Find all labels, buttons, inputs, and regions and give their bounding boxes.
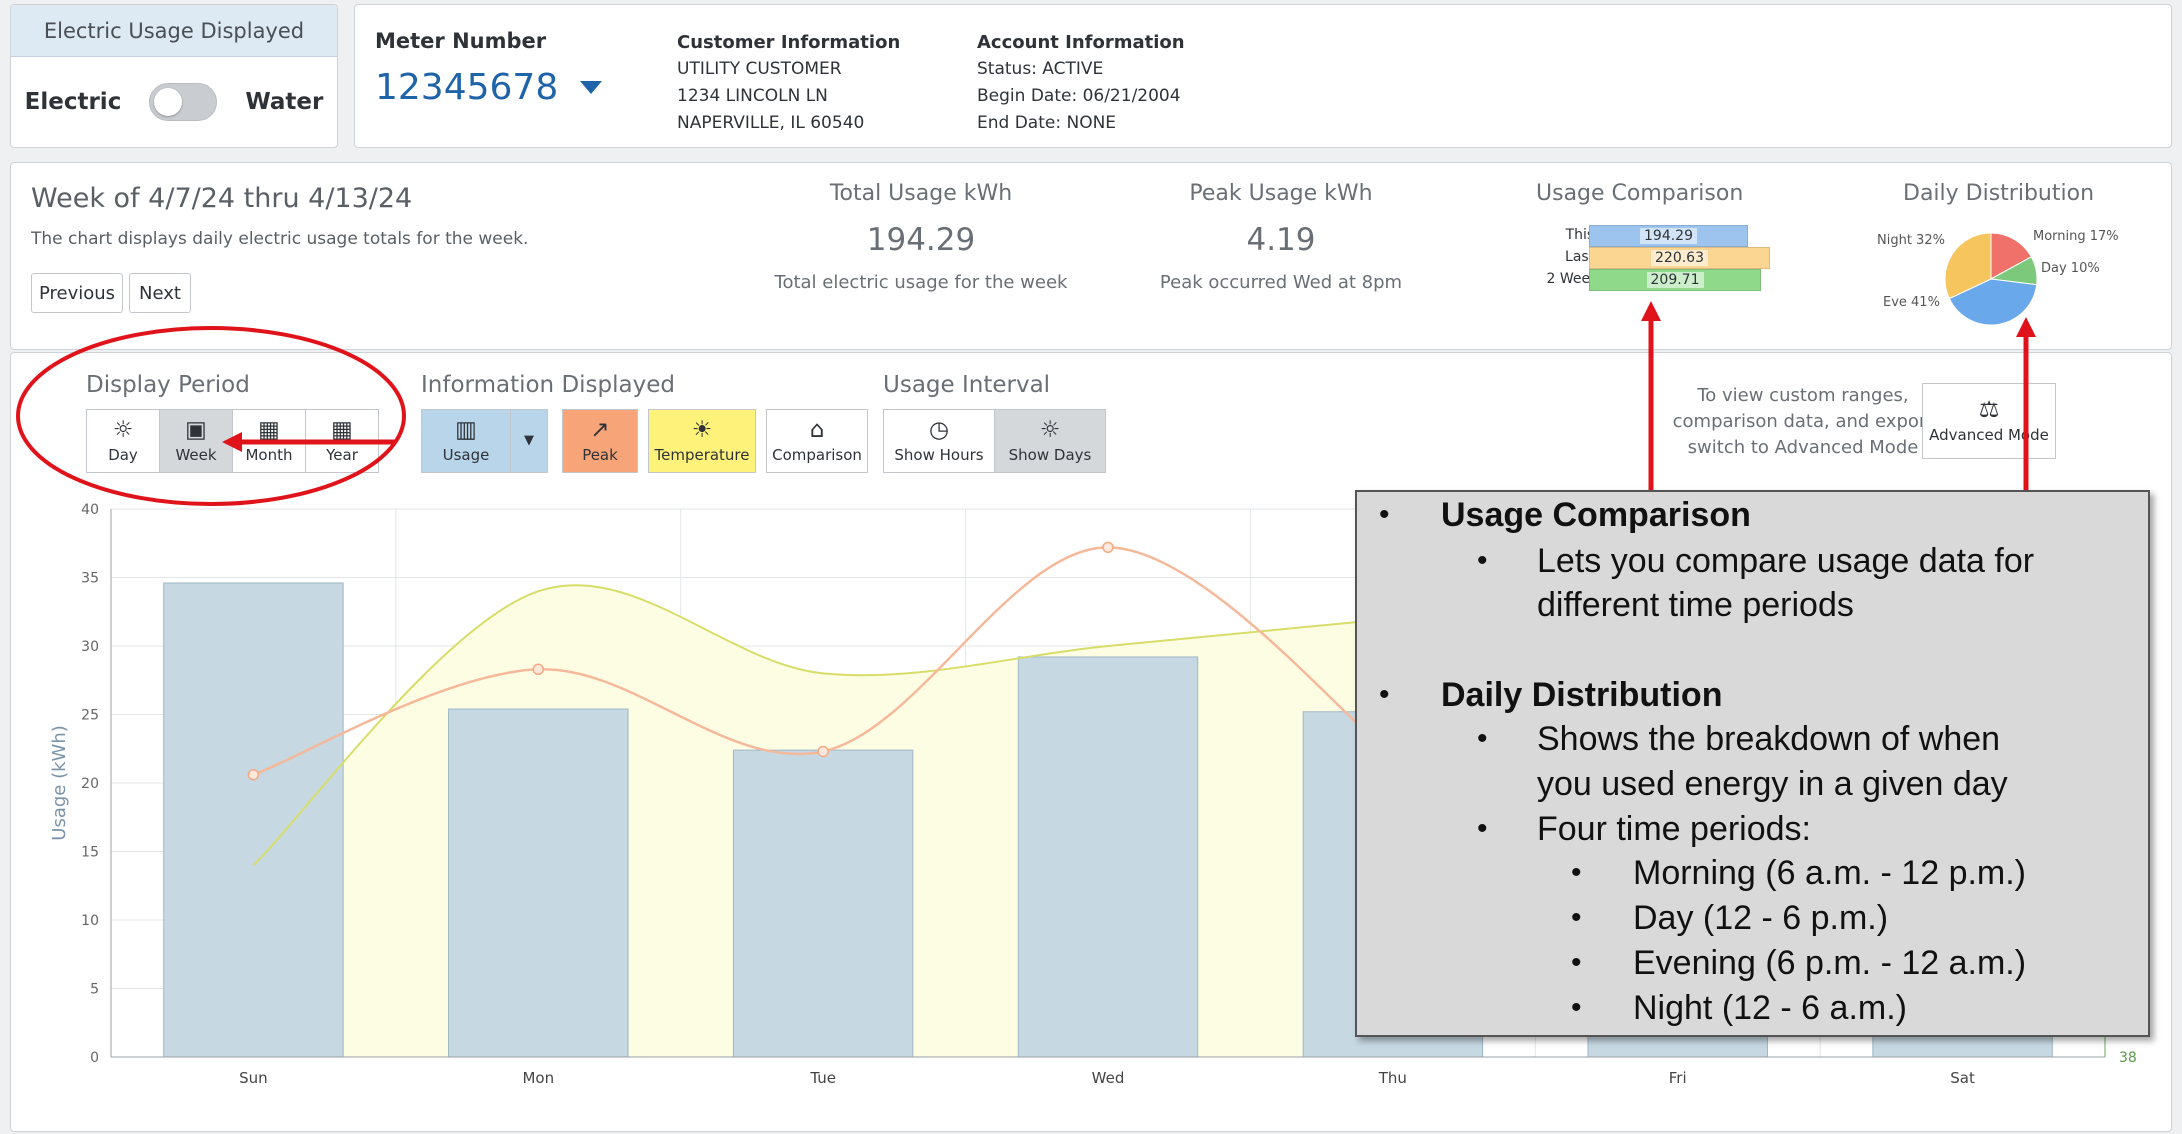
usage-comparison-title: Usage Comparison xyxy=(1536,181,1744,206)
meter-number-select[interactable]: 12345678 xyxy=(375,67,603,108)
x-tick-label: Sun xyxy=(239,1069,268,1087)
peak-usage-stat: Peak Usage kWh 4.19 Peak occurred Wed at… xyxy=(1121,181,1441,293)
next-button[interactable]: Next xyxy=(129,273,191,313)
y-axis-label: Usage (kWh) xyxy=(49,725,70,840)
peak-usage-value: 4.19 xyxy=(1246,222,1316,258)
usage-type-panel: Electric Usage Displayed Electric Water xyxy=(10,4,338,148)
x-tick-label: Fri xyxy=(1669,1069,1687,1087)
bullet: • xyxy=(1477,544,1488,577)
bullet: • xyxy=(1477,722,1488,755)
callout-period-morning: Morning (6 a.m. - 12 p.m.) xyxy=(1633,854,2027,892)
peak-point xyxy=(1102,541,1114,554)
customer-info-title: Customer Information xyxy=(677,32,901,53)
meter-number-value[interactable]: 12345678 xyxy=(375,67,558,108)
account-status: Status: ACTIVE xyxy=(977,59,1104,79)
x-tick-label: Mon xyxy=(522,1069,554,1087)
comparison-bar: 194.29 xyxy=(1589,225,1748,247)
pie-label-morning: Morning 17% xyxy=(2033,229,2119,244)
y-tick-label: 5 xyxy=(90,982,99,998)
previous-button[interactable]: Previous xyxy=(31,273,123,313)
callout-period-night: Night (12 - 6 a.m.) xyxy=(1633,989,1907,1027)
meter-info-panel: Meter Number 12345678 Customer Informati… xyxy=(354,4,2172,148)
usage-type-toggle-row: Electric Water xyxy=(11,57,337,147)
customer-city: NAPERVILLE, IL 60540 xyxy=(677,113,865,133)
total-usage-value: 194.29 xyxy=(866,222,976,258)
account-info-title: Account Information xyxy=(977,32,1185,53)
comparison-bar-value: 194.29 xyxy=(1640,228,1697,244)
usage-bar xyxy=(732,749,914,1058)
y-tick-label: 10 xyxy=(81,913,99,929)
electric-label: Electric xyxy=(24,89,122,115)
callout-line-5: Four time periods: xyxy=(1537,810,1811,848)
total-usage-stat: Total Usage kWh 194.29 Total electric us… xyxy=(761,181,1081,293)
usage-type-header: Electric Usage Displayed xyxy=(11,5,337,57)
y-tick-label: 25 xyxy=(81,708,99,724)
callout-line-4: you used energy in a given day xyxy=(1537,765,2008,803)
y-tick-label: 35 xyxy=(81,571,99,587)
customer-street: 1234 LINCOLN LN xyxy=(677,86,828,106)
switch-knob[interactable] xyxy=(154,88,183,116)
meter-number-label: Meter Number xyxy=(375,29,547,53)
callout-line-1: Lets you compare usage data for xyxy=(1537,542,2035,580)
y-tick-label: 15 xyxy=(81,845,99,861)
peak-point xyxy=(247,769,260,781)
peak-point xyxy=(532,663,545,676)
bullet: • xyxy=(1379,498,1390,531)
right-tick-label: 38 xyxy=(2119,1050,2137,1066)
callout-usage-comparison-heading: Usage Comparison xyxy=(1441,496,1751,534)
peak-usage-sub: Peak occurred Wed at 8pm xyxy=(1159,272,1403,293)
usage-bar xyxy=(1017,656,1199,1058)
customer-info: Customer Information UTILITY CUSTOMER 12… xyxy=(677,29,900,137)
pie-label-night: Night 32% xyxy=(1877,233,1945,248)
callout-period-evening: Evening (6 p.m. - 12 a.m.) xyxy=(1633,944,2027,982)
week-description: The chart displays daily electric usage … xyxy=(31,229,529,249)
customer-name: UTILITY CUSTOMER xyxy=(677,59,842,79)
pie-label-day: Day 10% xyxy=(2041,261,2100,276)
daily-distribution-title: Daily Distribution xyxy=(1903,181,2095,206)
y-tick-label: 0 xyxy=(90,1050,99,1066)
x-tick-label: Thu xyxy=(1378,1069,1407,1087)
usage-bar xyxy=(448,708,629,1058)
peak-point xyxy=(817,745,829,758)
electric-water-switch[interactable] xyxy=(149,83,218,121)
comparison-bar: 209.71 xyxy=(1589,269,1761,291)
bullet: • xyxy=(1571,856,1582,889)
callout-line-3: Shows the breakdown of when xyxy=(1537,720,2001,758)
y-tick-label: 20 xyxy=(81,776,99,792)
x-tick-label: Sat xyxy=(1950,1069,1975,1087)
total-usage-sub: Total electric usage for the week xyxy=(774,272,1068,293)
y-tick-label: 30 xyxy=(81,639,99,655)
callout-period-day: Day (12 - 6 p.m.) xyxy=(1633,899,1889,937)
y-tick-label: 40 xyxy=(81,502,99,518)
comparison-bar-value: 220.63 xyxy=(1651,250,1708,266)
x-tick-label: Wed xyxy=(1092,1069,1125,1087)
account-begin-date: Begin Date: 06/21/2004 xyxy=(977,86,1181,106)
bullet: • xyxy=(1571,901,1582,934)
bullet: • xyxy=(1477,812,1488,845)
chevron-down-icon[interactable] xyxy=(580,81,603,94)
account-end-date: End Date: NONE xyxy=(977,113,1117,133)
week-summary-panel: Week of 4/7/24 thru 4/13/24 The chart di… xyxy=(10,162,2172,350)
total-usage-title: Total Usage kWh xyxy=(829,181,1013,206)
x-tick-label: Tue xyxy=(809,1069,836,1087)
bullet: • xyxy=(1571,946,1582,979)
comparison-bar-value: 209.71 xyxy=(1646,272,1704,288)
pie-label-eve: Eve 41% xyxy=(1883,295,1940,310)
peak-usage-title: Peak Usage kWh xyxy=(1189,181,1373,206)
comparison-bar: 220.63 xyxy=(1589,247,1770,269)
week-title: Week of 4/7/24 thru 4/13/24 xyxy=(31,183,413,214)
bullet: • xyxy=(1571,991,1582,1024)
account-info: Account Information Status: ACTIVE Begin… xyxy=(977,29,1185,137)
feature-callout: • Usage Comparison • Lets you compare us… xyxy=(1355,490,2150,1037)
usage-bar xyxy=(163,582,344,1058)
water-label: Water xyxy=(245,89,324,115)
daily-distribution-pie xyxy=(1944,232,2038,326)
bullet: • xyxy=(1379,678,1390,711)
callout-daily-distribution-heading: Daily Distribution xyxy=(1441,676,1723,714)
callout-line-2: different time periods xyxy=(1537,586,1854,624)
